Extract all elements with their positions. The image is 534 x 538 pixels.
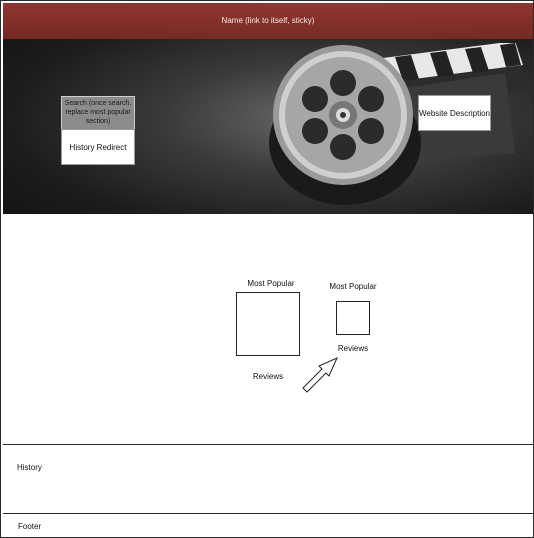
hero-banner: Name (link to itself, sticky) Search (on…: [3, 3, 533, 214]
search-box[interactable]: Search (once search, replace most popula…: [61, 96, 135, 130]
arrow-icon: [302, 357, 338, 393]
history-redirect-button[interactable]: History Redirect: [61, 129, 135, 165]
website-description-box: Website Description: [418, 95, 491, 131]
history-label: History: [17, 463, 42, 472]
history-section: History: [3, 444, 533, 514]
most-popular-box[interactable]: [236, 292, 300, 356]
most-popular-label: Most Popular: [247, 279, 295, 288]
most-popular-label-small: Most Popular: [329, 282, 377, 291]
main-section: Most Popular Reviews Most Popular Review…: [3, 214, 533, 444]
page-wireframe: Name (link to itself, sticky) Search (on…: [0, 0, 534, 538]
reviews-label: Reviews: [252, 372, 284, 381]
most-popular-box-small[interactable]: [336, 301, 370, 335]
footer: Footer: [3, 513, 533, 537]
reviews-label-small: Reviews: [337, 344, 369, 353]
site-name-link[interactable]: Name (link to itself, sticky): [3, 16, 533, 25]
film-reel-clapperboard-image: [269, 43, 527, 205]
footer-label: Footer: [18, 522, 42, 531]
